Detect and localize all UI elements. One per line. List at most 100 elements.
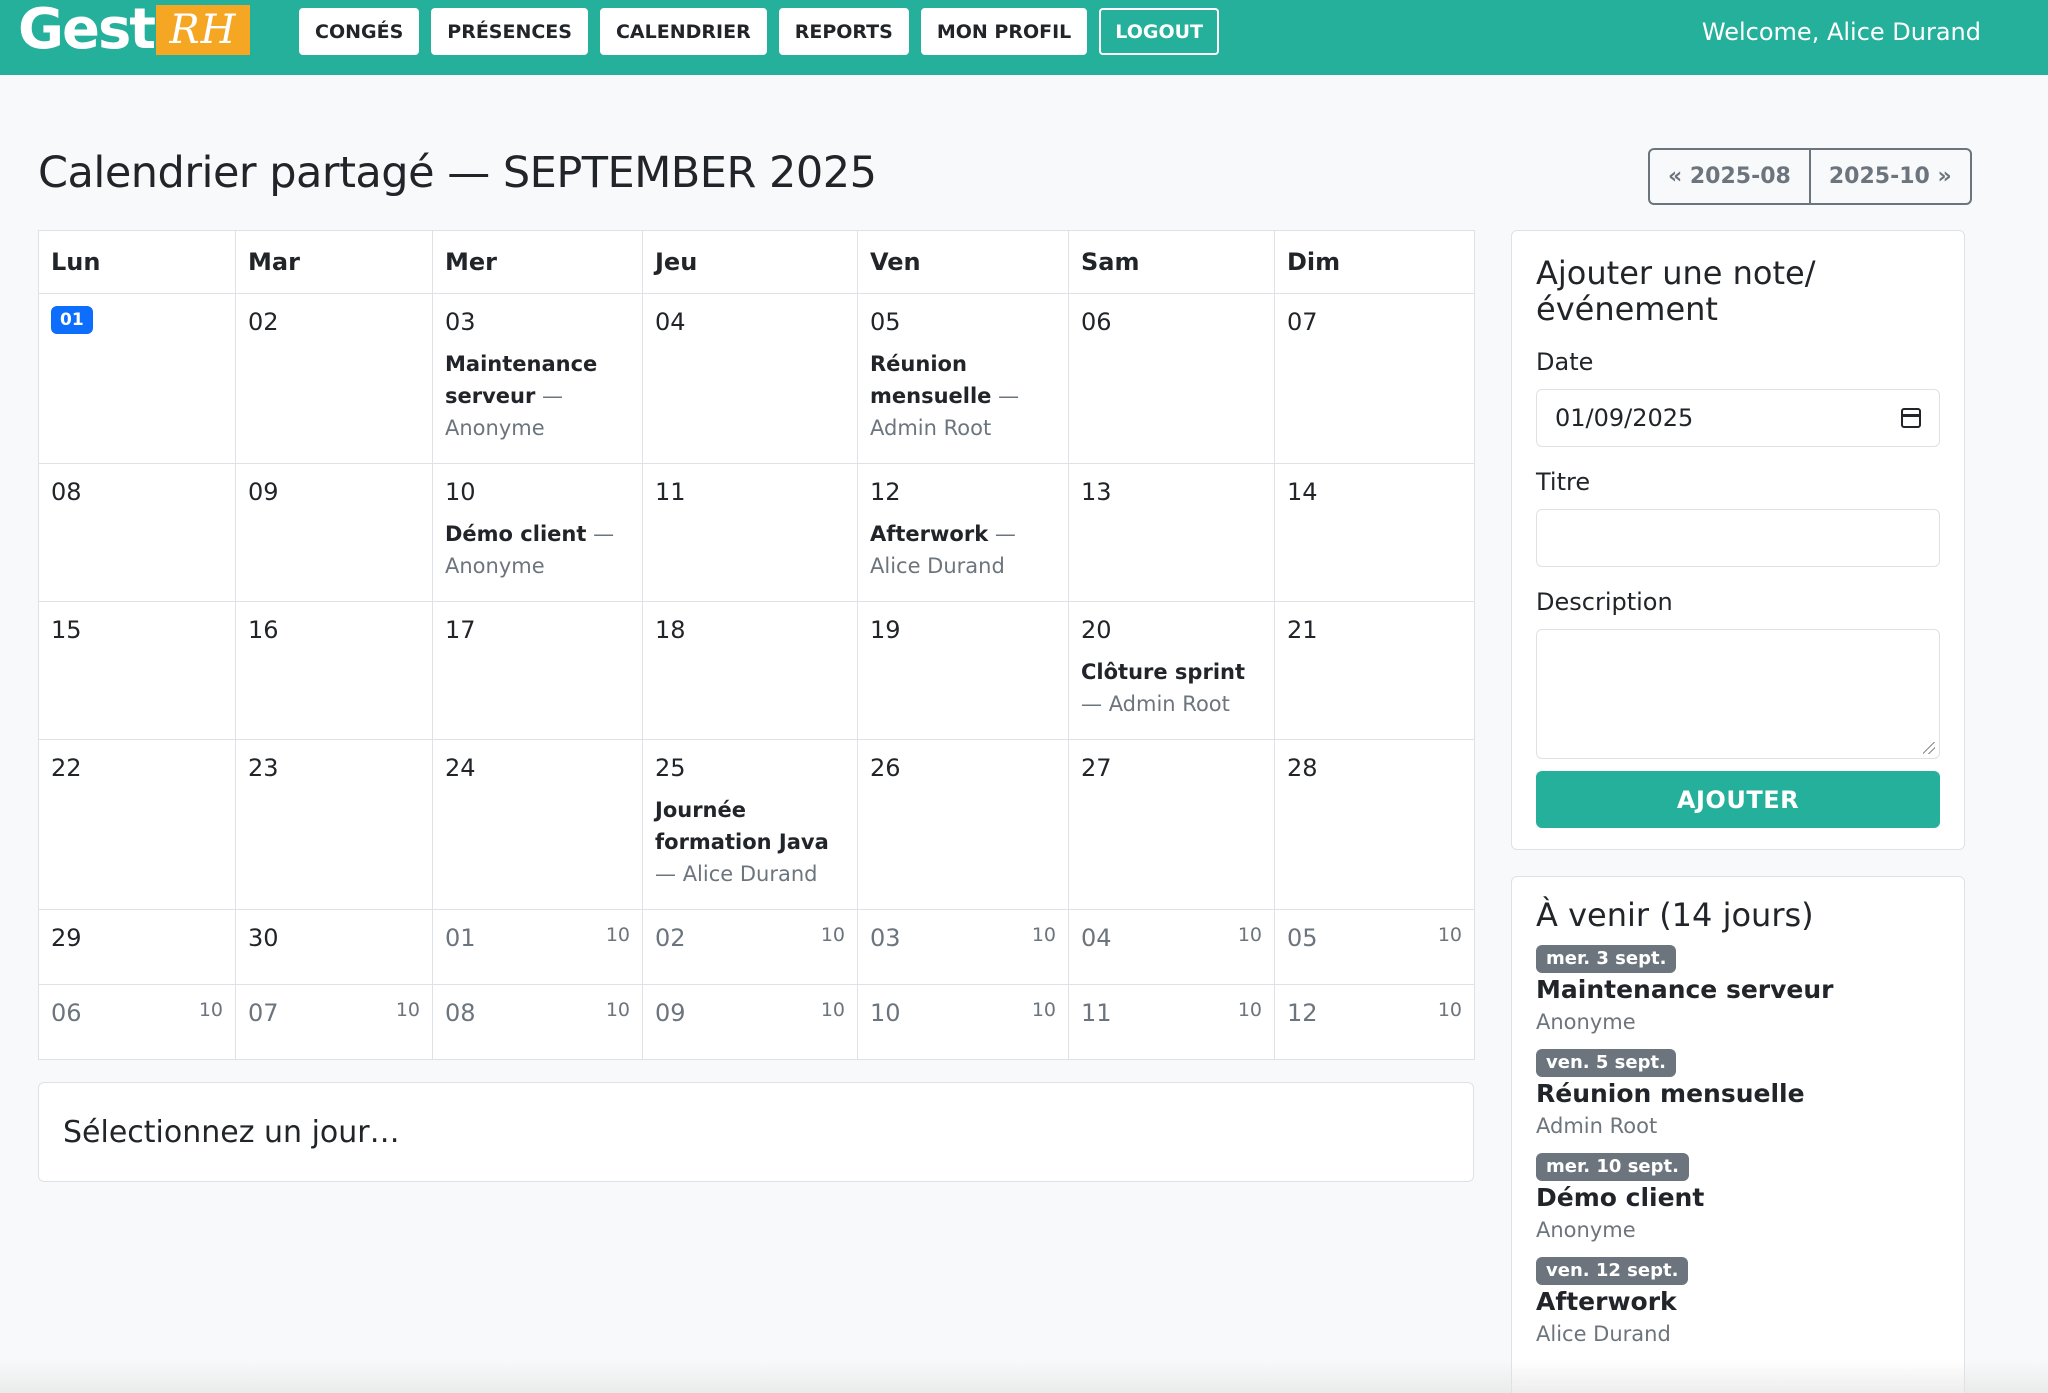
calendar-day-cell[interactable]: 03 Maintenance serveur — Anonyme: [432, 293, 643, 464]
calendar-day-cell[interactable]: 01 10: [432, 909, 643, 985]
nav-calendrier-button[interactable]: CALENDRIER: [599, 8, 767, 55]
calendar-day-cell[interactable]: 05 Réunion mensuelle — Admin Root: [857, 293, 1069, 464]
calendar-day-cell[interactable]: 23: [235, 739, 433, 910]
calendar-day-cell[interactable]: 11 10: [1068, 984, 1275, 1060]
event-separator: —: [998, 384, 1020, 408]
calendar-day-cell[interactable]: 25 Journée formation Java — Alice Durand: [642, 739, 858, 910]
calendar-day-cell[interactable]: 18: [642, 601, 858, 740]
page-title: Calendrier partagé — SEPTEMBER 2025: [38, 148, 877, 198]
upcoming-item-author: Anonyme: [1536, 1218, 1636, 1242]
event-author: Admin Root: [1108, 692, 1230, 716]
title-label: Titre: [1536, 468, 1591, 496]
app-logo[interactable]: Gest RH: [18, 2, 251, 58]
calendar-day-cell[interactable]: 09: [235, 463, 433, 602]
upcoming-item-author: Alice Durand: [1536, 1322, 1671, 1346]
calendar-day-cell[interactable]: 04 10: [1068, 909, 1275, 985]
calendar-day-cell[interactable]: 16: [235, 601, 433, 740]
event-separator: —: [1081, 692, 1102, 716]
day-number: 21: [1287, 616, 1318, 644]
day-number: 27: [1081, 754, 1112, 782]
day-count: 10: [1437, 999, 1462, 1021]
calendar-day-cell[interactable]: 13: [1068, 463, 1275, 602]
prev-month-button[interactable]: « 2025-08: [1650, 150, 1809, 203]
logout-button[interactable]: LOGOUT: [1099, 8, 1219, 55]
day-count: 10: [1031, 924, 1056, 946]
upcoming-item-author: Admin Root: [1536, 1114, 1658, 1138]
calendar-day-cell[interactable]: 26: [857, 739, 1069, 910]
calendar-event[interactable]: Journée formation Java — Alice Durand: [655, 794, 845, 890]
add-button[interactable]: AJOUTER: [1536, 771, 1940, 828]
calendar-day-cell[interactable]: 15: [38, 601, 236, 740]
day-number: 01: [445, 924, 476, 952]
upcoming-item[interactable]: ven. 5 sept. Réunion mensuelle Admin Roo…: [1536, 1049, 1940, 1141]
next-month-button[interactable]: 2025-10 »: [1808, 150, 1970, 203]
description-textarea[interactable]: [1536, 629, 1940, 759]
calendar-event[interactable]: Maintenance serveur — Anonyme: [445, 348, 630, 444]
calendar-day-cell[interactable]: 04: [642, 293, 858, 464]
day-count: 10: [605, 999, 630, 1021]
resize-handle-icon[interactable]: [1923, 742, 1935, 754]
calendar-day-cell[interactable]: 01: [38, 293, 236, 464]
weekday-header: Dim: [1274, 230, 1475, 294]
calendar-day-cell[interactable]: 28: [1274, 739, 1475, 910]
calendar-day-cell[interactable]: 02: [235, 293, 433, 464]
day-count: 10: [820, 999, 845, 1021]
calendar-event[interactable]: Démo client — Anonyme: [445, 518, 630, 582]
day-number: 12: [1287, 999, 1318, 1027]
day-number: 14: [1287, 478, 1318, 506]
upcoming-item[interactable]: mer. 3 sept. Maintenance serveur Anonyme: [1536, 945, 1940, 1037]
calendar-day-cell[interactable]: 08: [38, 463, 236, 602]
calendar-day-cell[interactable]: 24: [432, 739, 643, 910]
nav-mon-profil-button[interactable]: MON PROFIL: [920, 8, 1088, 55]
calendar-day-cell[interactable]: 19: [857, 601, 1069, 740]
upcoming-title: À venir (14 jours): [1536, 896, 1814, 934]
day-number: 16: [248, 616, 279, 644]
calendar-day-cell[interactable]: 21: [1274, 601, 1475, 740]
calendar-day-cell[interactable]: 17: [432, 601, 643, 740]
calendar-day-cell[interactable]: 05 10: [1274, 909, 1475, 985]
calendar-day-cell[interactable]: 22: [38, 739, 236, 910]
calendar-day-cell[interactable]: 07 10: [235, 984, 433, 1060]
upcoming-date-badge: ven. 5 sept.: [1536, 1049, 1676, 1077]
day-number: 24: [445, 754, 476, 782]
calendar-day-cell[interactable]: 07: [1274, 293, 1475, 464]
nav-reports-button[interactable]: REPORTS: [778, 8, 909, 55]
main-nav: CONGÉS PRÉSENCES CALENDRIER REPORTS MON …: [299, 8, 1219, 55]
calendar-event[interactable]: Réunion mensuelle — Admin Root: [870, 348, 1056, 444]
nav-conges-button[interactable]: CONGÉS: [299, 8, 420, 55]
event-title: Démo client: [445, 522, 587, 546]
calendar-day-cell[interactable]: 08 10: [432, 984, 643, 1060]
calendar-day-cell[interactable]: 12 10: [1274, 984, 1475, 1060]
title-input[interactable]: [1536, 509, 1940, 567]
day-number: 11: [655, 478, 686, 506]
calendar-day-cell[interactable]: 02 10: [642, 909, 858, 985]
calendar-day-cell[interactable]: 11: [642, 463, 858, 602]
day-number: 06: [51, 999, 82, 1027]
calendar-day-cell[interactable]: 03 10: [857, 909, 1069, 985]
calendar-day-cell[interactable]: 10 10: [857, 984, 1069, 1060]
day-number: 09: [655, 999, 686, 1027]
day-number: 09: [248, 478, 279, 506]
day-number: 04: [655, 308, 686, 336]
day-number: 08: [445, 999, 476, 1027]
calendar-event[interactable]: Clôture sprint — Admin Root: [1081, 656, 1262, 720]
upcoming-item[interactable]: ven. 12 sept. Afterwork Alice Durand: [1536, 1257, 1940, 1349]
calendar-day-cell[interactable]: 06 10: [38, 984, 236, 1060]
calendar-day-cell[interactable]: 12 Afterwork — Alice Durand: [857, 463, 1069, 602]
calendar-day-cell[interactable]: 29: [38, 909, 236, 985]
calendar-day-cell[interactable]: 06: [1068, 293, 1275, 464]
calendar-day-cell[interactable]: 20 Clôture sprint — Admin Root: [1068, 601, 1275, 740]
calendar-day-cell[interactable]: 10 Démo client — Anonyme: [432, 463, 643, 602]
calendar-day-cell[interactable]: 09 10: [642, 984, 858, 1060]
calendar-day-cell[interactable]: 30: [235, 909, 433, 985]
calendar-event[interactable]: Afterwork — Alice Durand: [870, 518, 1056, 582]
calendar-day-cell[interactable]: 27: [1068, 739, 1275, 910]
calendar-icon[interactable]: [1901, 408, 1921, 428]
weekday-header: Sam: [1068, 230, 1275, 294]
today-badge: 01: [51, 306, 93, 334]
event-title: Réunion mensuelle: [870, 352, 992, 408]
upcoming-item[interactable]: mer. 10 sept. Démo client Anonyme: [1536, 1153, 1940, 1245]
date-input[interactable]: 01/09/2025: [1536, 389, 1940, 447]
nav-presences-button[interactable]: PRÉSENCES: [431, 8, 588, 55]
calendar-day-cell[interactable]: 14: [1274, 463, 1475, 602]
